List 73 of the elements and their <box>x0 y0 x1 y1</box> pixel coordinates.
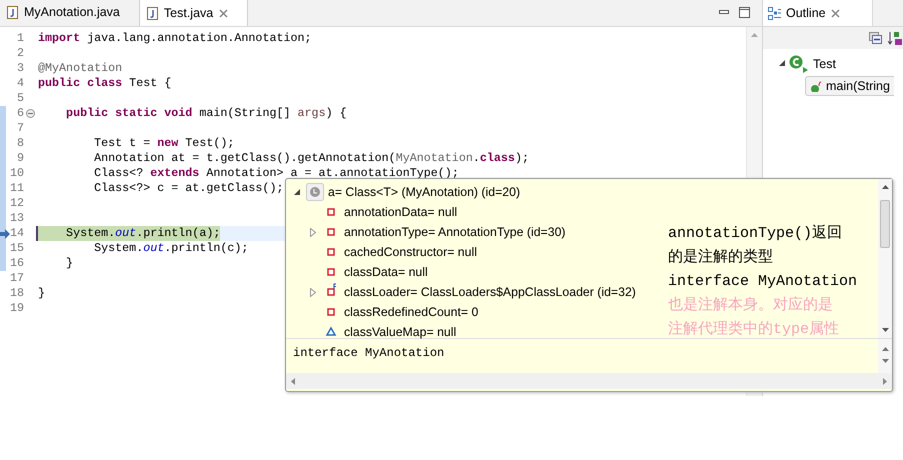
close-icon[interactable] <box>830 8 840 18</box>
note-text: interface MyAnotation <box>668 272 858 292</box>
collapsed-icon[interactable] <box>310 288 316 296</box>
variable-text[interactable]: annotationType= AnnotationType (id=30) <box>344 222 566 242</box>
popup-vertical-scrollbar[interactable] <box>878 179 892 338</box>
variable-text[interactable]: a= Class<T> (MyAnotation) (id=20) <box>328 182 520 202</box>
line-number: 6 <box>16 104 24 122</box>
note-text: 也是注解本身。对应的是 <box>668 296 834 316</box>
code-line: import java.lang.annotation.Annotation; <box>38 31 312 46</box>
fold-icon[interactable] <box>26 109 35 118</box>
scroll-left-icon[interactable] <box>291 378 295 384</box>
variable-text[interactable]: classData= null <box>344 262 428 282</box>
scroll-down-icon[interactable] <box>882 359 888 363</box>
detail-text: interface MyAnotation <box>293 346 444 360</box>
expanded-icon[interactable] <box>294 189 300 195</box>
line-number: 16 <box>10 254 24 272</box>
horizontal-scrollbar[interactable] <box>286 373 892 389</box>
outline-tab[interactable]: Outline <box>763 0 873 26</box>
scroll-right-icon[interactable] <box>883 378 887 384</box>
class-icon <box>789 55 809 73</box>
line-number: 5 <box>16 90 24 107</box>
method-icon <box>810 80 822 92</box>
note-text: annotationType()返回 <box>668 224 844 244</box>
line-number: 10 <box>10 164 24 182</box>
scroll-up-icon[interactable] <box>882 347 888 351</box>
outline-icon <box>768 6 781 20</box>
scroll-up-icon[interactable] <box>882 185 888 189</box>
scrollbar-thumb[interactable] <box>880 200 890 248</box>
collapsed-icon[interactable] <box>310 228 316 236</box>
code-line: public class Test { <box>38 76 172 91</box>
code-line: public static void main(String[] args) { <box>65 106 347 121</box>
line-number: 15 <box>10 240 24 257</box>
sort-icon[interactable] <box>888 31 902 45</box>
line-number: 14 <box>10 224 24 242</box>
line-number: 8 <box>16 134 24 152</box>
java-file-icon <box>7 6 18 18</box>
java-file-icon <box>146 6 158 20</box>
minimize-icon[interactable] <box>719 10 729 15</box>
outline-item[interactable]: main(String <box>805 76 894 96</box>
close-icon[interactable] <box>219 8 228 18</box>
variable-text[interactable]: classRedefinedCount= 0 <box>344 302 478 322</box>
code-line: } <box>65 256 74 271</box>
variable-text[interactable]: cachedConstructor= null <box>344 242 477 262</box>
line-number: 1 <box>16 30 24 47</box>
scroll-down-icon[interactable] <box>882 328 888 332</box>
note-text: 注解代理类中的type属性 <box>668 320 840 340</box>
code-line: Test t = new Test(); <box>93 136 234 151</box>
code-line: Annotation at = t.getClass().getAnnotation(MyAnotation.class); <box>93 151 529 166</box>
expanded-icon[interactable] <box>779 60 785 68</box>
collapse-all-icon[interactable] <box>869 32 882 44</box>
line-number: 11 <box>10 180 24 197</box>
line-number: 3 <box>16 60 24 77</box>
line-number: 12 <box>10 194 24 212</box>
line-number: 9 <box>16 150 24 167</box>
maximize-icon[interactable] <box>739 7 750 18</box>
editor-tab[interactable]: Test.java <box>138 0 248 26</box>
note-text: 的是注解的类型 <box>668 248 774 268</box>
line-number: 7 <box>16 120 24 137</box>
line-number: 19 <box>10 300 24 317</box>
code-line: Class<?> c = at.getClass(); <box>93 181 284 196</box>
line-number: 18 <box>10 284 24 302</box>
variable-text[interactable]: classLoader= ClassLoaders$AppClassLoader (id=32) <box>344 282 636 302</box>
line-number: 17 <box>10 270 24 287</box>
code-line: System.out.println(c); <box>93 241 248 256</box>
variable-text[interactable]: classValueMap= null <box>344 322 456 342</box>
code-line: @MyAnotation <box>38 61 122 76</box>
variable-text[interactable]: annotationData= null <box>344 202 458 222</box>
code-line: } <box>38 286 46 301</box>
code-line: Class<? extends Annotation> a = at.annotationType(); <box>93 166 459 181</box>
line-number: 4 <box>16 74 24 92</box>
outline-item[interactable]: Test <box>813 54 836 74</box>
line-number: 2 <box>16 44 24 62</box>
line-number: 13 <box>10 210 24 227</box>
